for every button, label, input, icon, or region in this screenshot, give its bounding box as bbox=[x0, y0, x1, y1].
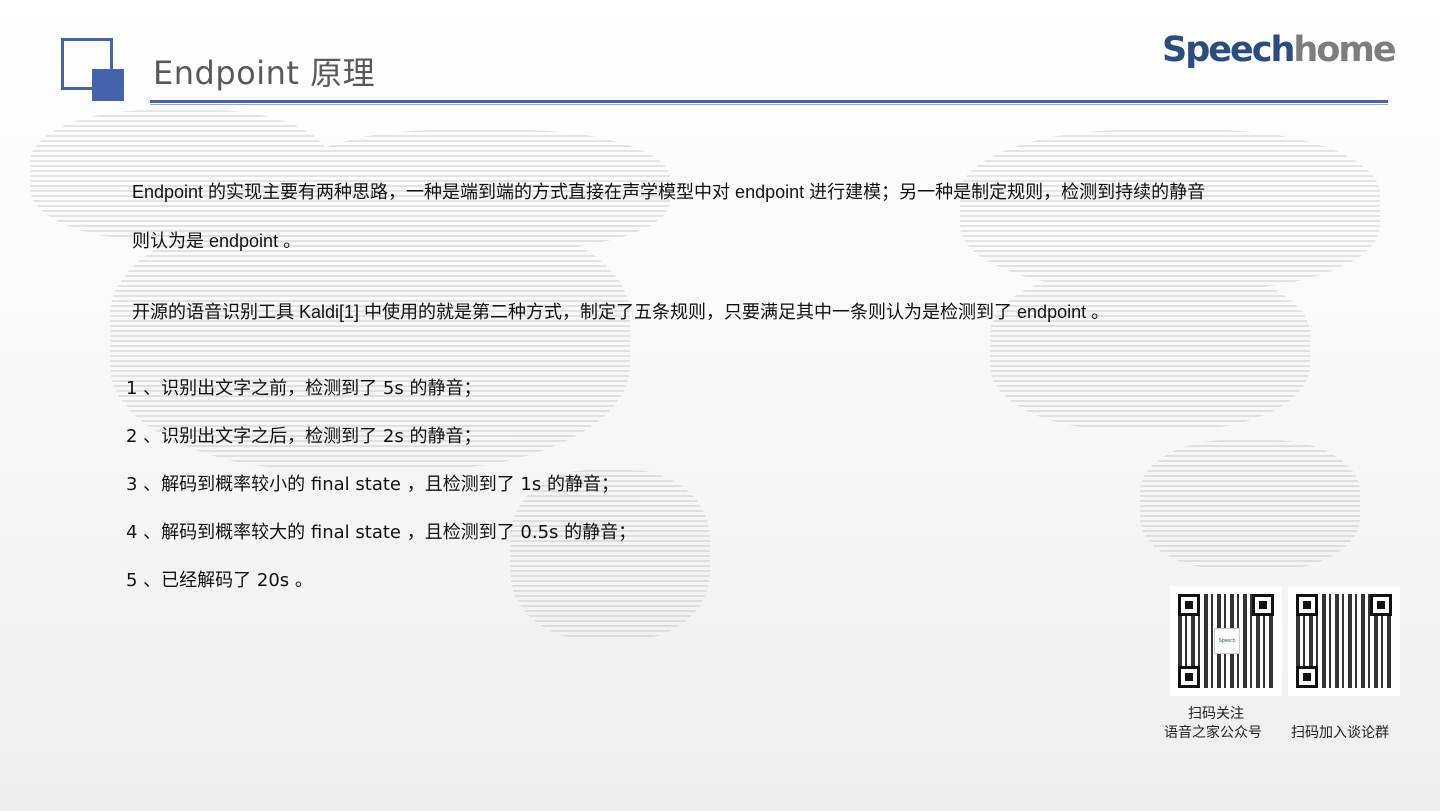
rule-item-2: 2 、识别出文字之后，检测到了 2s 的静音； bbox=[126, 426, 482, 447]
page-title: Endpoint 原理 bbox=[153, 54, 376, 92]
rule-item-3: 3 、解码到概率较小的 final state ，且检测到了 1s 的静音； bbox=[126, 474, 619, 495]
brand-home: home bbox=[1293, 30, 1396, 70]
header-divider-thin bbox=[150, 104, 1388, 105]
logo-square-icon bbox=[60, 37, 126, 103]
qr-caption-1-line-1: 扫码关注 bbox=[1188, 706, 1244, 722]
paragraph-2: 开源的语音识别工具 Kaldi[1] 中使用的就是第二种方式，制定了五条规则，只… bbox=[132, 302, 1110, 322]
speechhome-logo: Speechhome bbox=[1162, 30, 1397, 70]
rule-item-4: 4 、解码到概率较大的 final state ，且检测到了 0.5s 的静音； bbox=[126, 522, 637, 543]
rule-item-1: 1 、识别出文字之前，检测到了 5s 的静音； bbox=[126, 378, 482, 399]
brand-speech: Speech bbox=[1162, 30, 1295, 70]
rules-list: 1 、识别出文字之前，检测到了 5s 的静音； 2 、识别出文字之后，检测到了 … bbox=[126, 374, 636, 614]
header-divider bbox=[150, 100, 1388, 103]
paragraph-1-line-2: 则认为是 endpoint 。 bbox=[132, 231, 302, 251]
qr-code-official-account: Speech bbox=[1170, 586, 1282, 696]
qr-caption-1-line-2: 语音之家公众号 bbox=[1164, 725, 1262, 741]
speechhome-mini-logo-icon: Speech bbox=[1214, 628, 1240, 654]
paragraph-1-line-1: Endpoint 的实现主要有两种思路，一种是端到端的方式直接在声学模型中对 e… bbox=[132, 182, 1206, 202]
qr-code-discussion-group bbox=[1288, 586, 1400, 696]
qr-caption-2: 扫码加入谈论群 bbox=[1291, 725, 1389, 741]
rule-item-5: 5 、已经解码了 20s 。 bbox=[126, 570, 313, 591]
